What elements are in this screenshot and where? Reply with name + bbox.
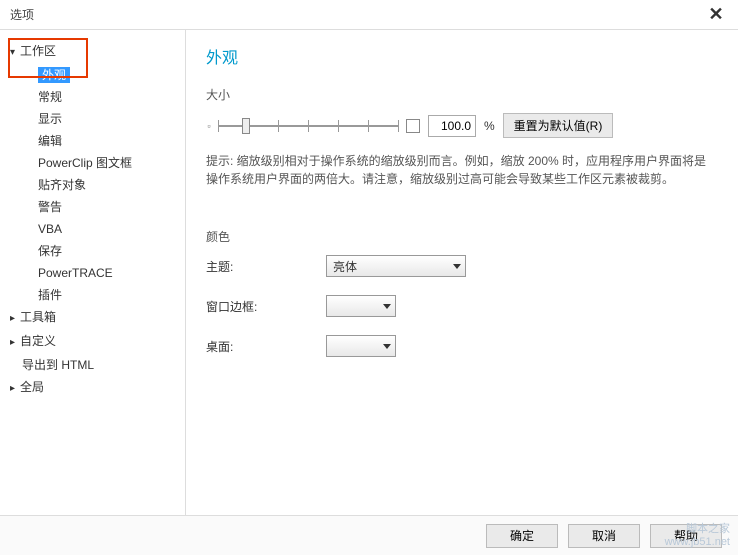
tree-item-编辑[interactable]: 编辑 <box>8 130 177 152</box>
chevron-down-icon <box>383 344 391 349</box>
theme-combo-value: 亮体 <box>333 258 357 275</box>
tree-item-label: PowerClip 图文框 <box>38 156 132 170</box>
size-section-label: 大小 <box>206 86 718 103</box>
tree-item-PowerTRACE[interactable]: PowerTRACE <box>8 262 177 284</box>
slider-thumb[interactable] <box>242 118 250 134</box>
tree-item-label: 自定义 <box>20 334 56 348</box>
size-slider[interactable] <box>218 116 398 136</box>
tree-item-label: 显示 <box>38 112 62 126</box>
tree-item-插件[interactable]: 插件 <box>8 284 177 306</box>
tree-item-VBA[interactable]: VBA <box>8 218 177 240</box>
theme-combo[interactable]: 亮体 <box>326 255 466 277</box>
tree-item-导出到 HTML[interactable]: 导出到 HTML <box>8 354 177 376</box>
tree-item-label: 工作区 <box>20 44 56 58</box>
close-icon[interactable]: ✕ <box>704 4 728 25</box>
size-hint-text: 提示: 缩放级别相对于操作系统的缩放级别而言。例如，缩放 200% 时，应用程序… <box>206 152 718 188</box>
size-slider-wrap: ▫ <box>206 116 398 136</box>
tree-item-警告[interactable]: 警告 <box>8 196 177 218</box>
tree-item-自定义[interactable]: ▸自定义 <box>8 330 177 354</box>
size-controls: ▫ % 重置为默认值(R) <box>206 113 718 138</box>
panel-title: 外观 <box>206 44 718 68</box>
dialog-footer: 确定 取消 帮助 <box>0 515 738 555</box>
tree-item-label: 常规 <box>38 90 62 104</box>
theme-row: 主题: 亮体 <box>206 255 718 277</box>
tree-expand-icon[interactable]: ▸ <box>10 310 20 328</box>
border-label: 窗口边框: <box>206 298 326 315</box>
percent-label: % <box>484 119 495 133</box>
tree-item-label: 编辑 <box>38 134 62 148</box>
category-tree: ▾工作区外观常规显示编辑 PowerClip 图文框贴齐对象警告 VBA 保存 Powe… <box>0 30 186 515</box>
chevron-down-icon <box>453 264 461 269</box>
tree-expand-icon[interactable]: ▸ <box>10 334 20 352</box>
tree-collapse-icon[interactable]: ▾ <box>10 44 20 62</box>
settings-panel: 外观 大小 ▫ % 重置为默认值(R) <box>186 30 738 515</box>
window-title: 选项 <box>10 6 34 23</box>
tree-expand-icon[interactable]: ▸ <box>10 380 20 398</box>
reset-button[interactable]: 重置为默认值(R) <box>503 113 614 138</box>
size-value-input[interactable] <box>428 115 476 137</box>
cancel-button[interactable]: 取消 <box>568 524 640 548</box>
tree-item-label: 警告 <box>38 200 62 214</box>
chevron-down-icon <box>383 304 391 309</box>
titlebar: 选项 ✕ <box>0 0 738 30</box>
dialog-body: ▾工作区外观常规显示编辑PowerClip 图文框贴齐对象警告VBA保存Powe… <box>0 30 738 515</box>
tree-item-label: 全局 <box>20 380 44 394</box>
slider-min-mark: ▫ <box>206 121 212 131</box>
size-checkbox[interactable] <box>406 119 420 133</box>
tree-item-保存[interactable]: 保存 <box>8 240 177 262</box>
help-button[interactable]: 帮助 <box>650 524 722 548</box>
ok-button[interactable]: 确定 <box>486 524 558 548</box>
tree-item-贴齐对象[interactable]: 贴齐对象 <box>8 174 177 196</box>
tree-item-label: VBA <box>38 222 62 236</box>
border-combo[interactable] <box>326 295 396 317</box>
tree-item-label: 导出到 HTML <box>22 358 94 372</box>
tree-item-label: 工具箱 <box>20 310 56 324</box>
tree-item-label: 贴齐对象 <box>38 178 86 192</box>
tree-item-label: 保存 <box>38 244 62 258</box>
tree-item-label: 外观 <box>38 67 70 83</box>
desktop-row: 桌面: <box>206 335 718 357</box>
tree-item-label: PowerTRACE <box>38 266 113 280</box>
border-row: 窗口边框: <box>206 295 718 317</box>
tree-item-工作区[interactable]: ▾工作区 <box>8 40 177 64</box>
tree-item-外观[interactable]: 外观 <box>8 64 177 86</box>
tree-item-显示[interactable]: 显示 <box>8 108 177 130</box>
tree-item-label: 插件 <box>38 288 62 302</box>
theme-label: 主题: <box>206 258 326 275</box>
tree-item-PowerClip 图文框[interactable]: PowerClip 图文框 <box>8 152 177 174</box>
tree-item-常规[interactable]: 常规 <box>8 86 177 108</box>
desktop-combo[interactable] <box>326 335 396 357</box>
tree-item-工具箱[interactable]: ▸工具箱 <box>8 306 177 330</box>
desktop-label: 桌面: <box>206 338 326 355</box>
tree-item-全局[interactable]: ▸全局 <box>8 376 177 400</box>
color-section-label: 颜色 <box>206 228 718 245</box>
